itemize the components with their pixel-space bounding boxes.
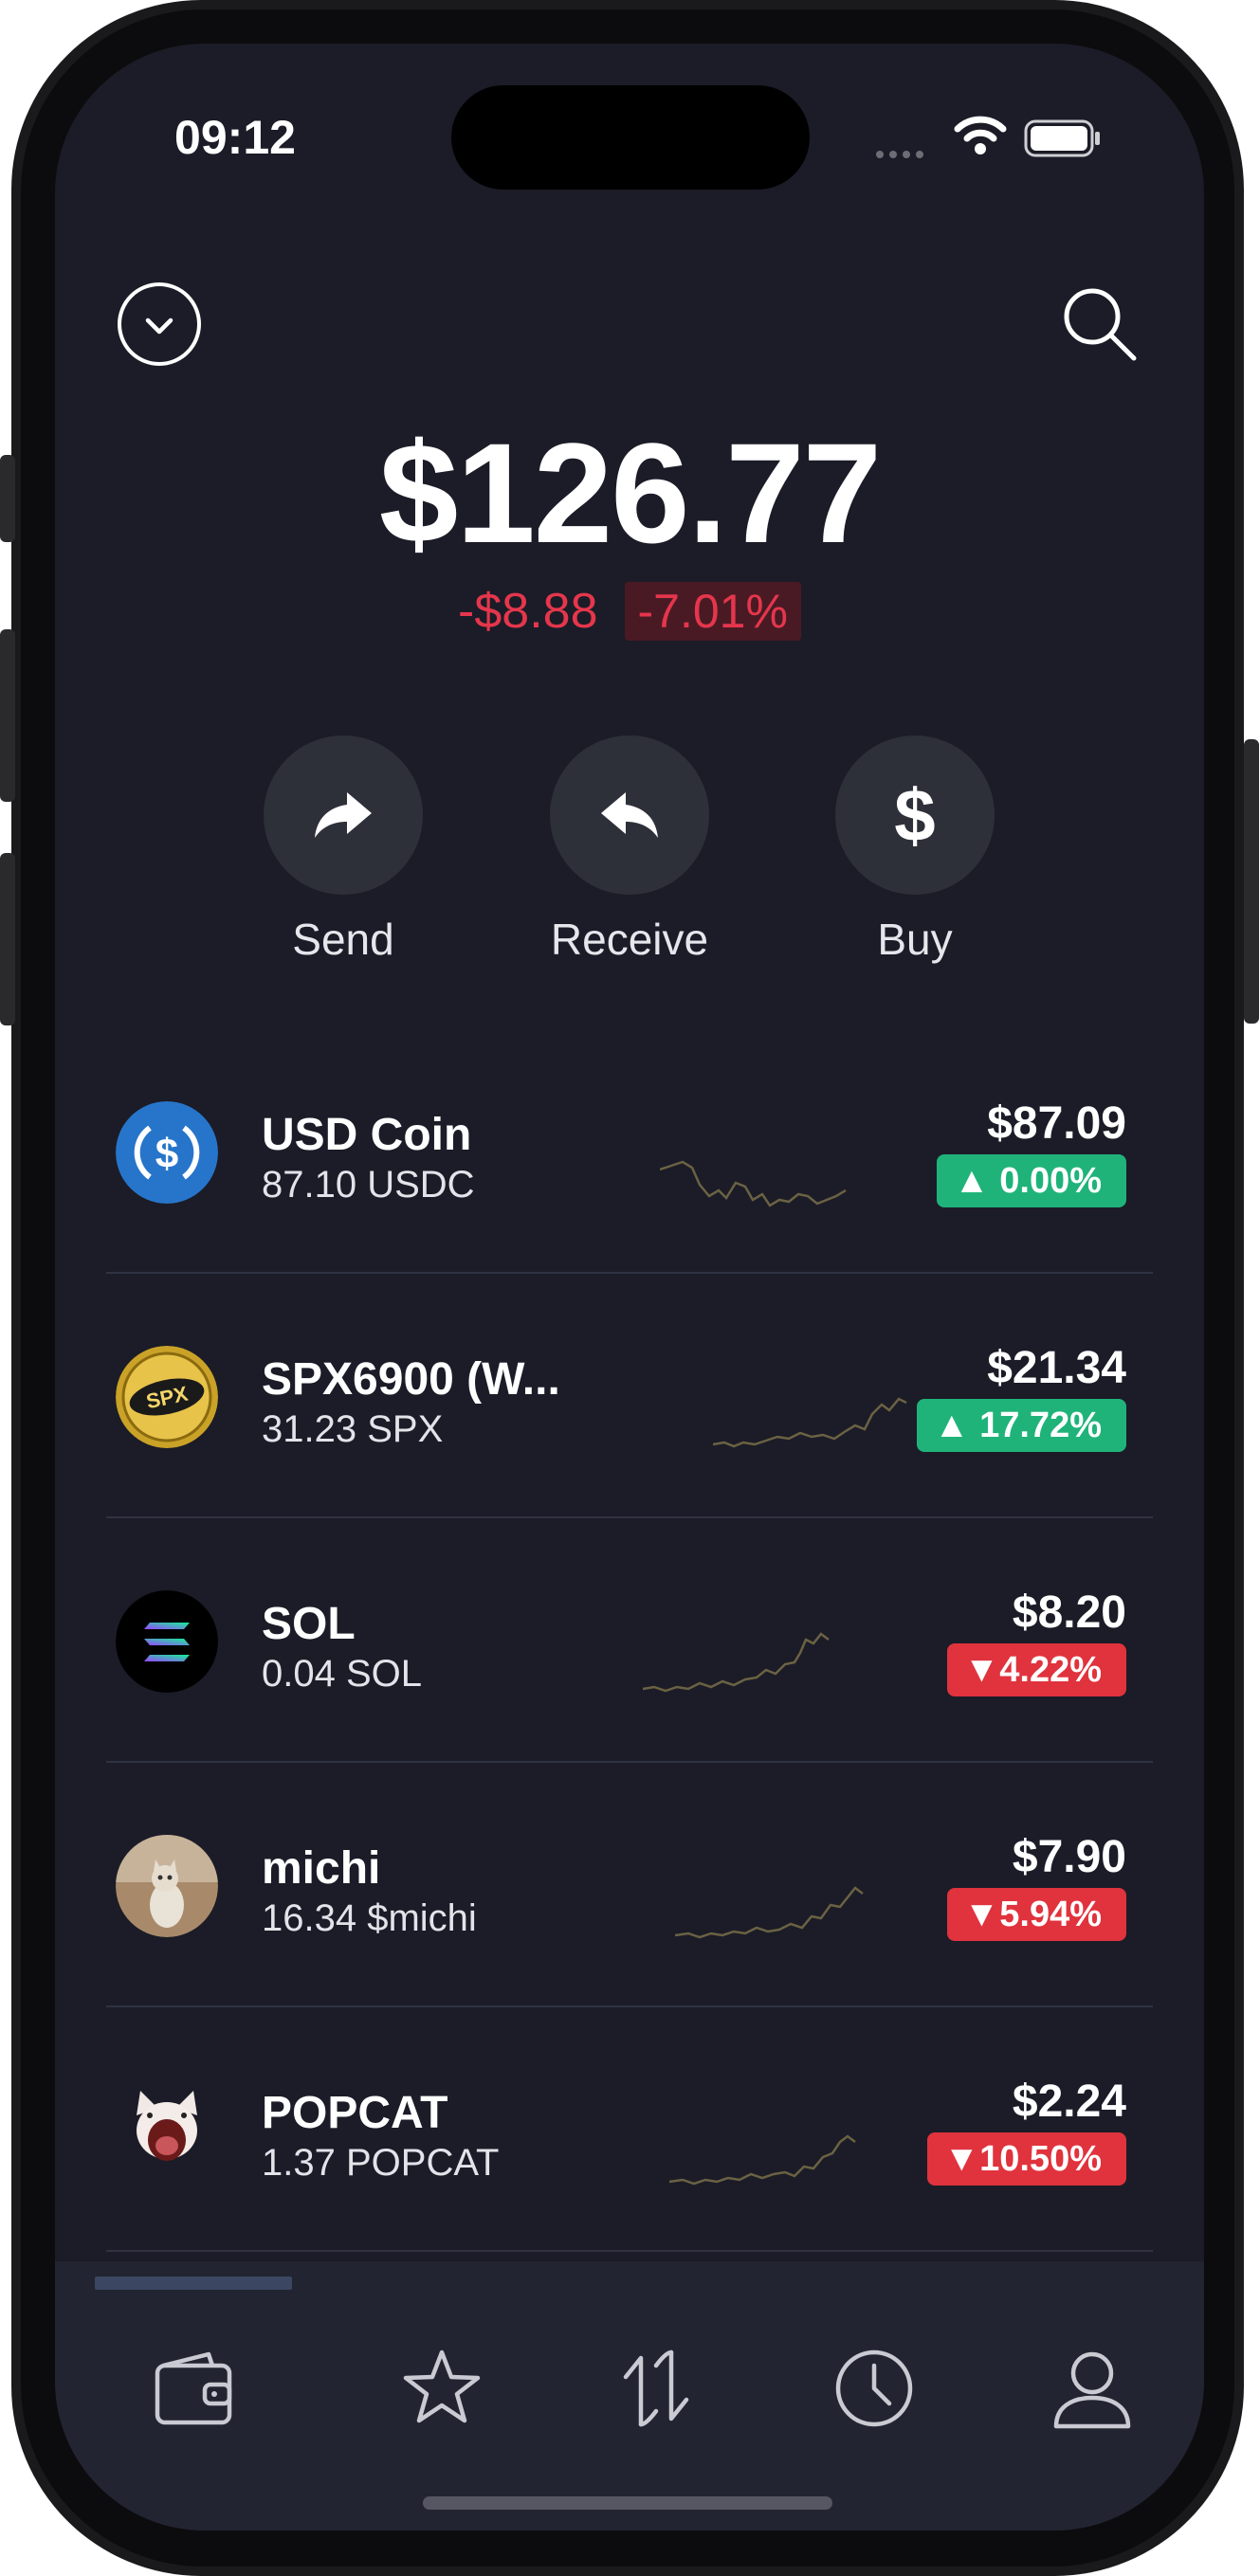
- change-badge: ▼5.94%: [946, 1888, 1126, 1941]
- token-name: michi: [262, 1843, 381, 1894]
- row-divider: [106, 1761, 1153, 1763]
- token-row-usdc[interactable]: $ USD Coin 87.10 USDC $87.09 ▲ 0.00%: [106, 1031, 1153, 1274]
- action-button: [0, 455, 15, 542]
- svg-text:$: $: [155, 1131, 178, 1177]
- battery-icon: [1024, 119, 1100, 157]
- status-time: 09:12: [174, 111, 296, 164]
- buy-button[interactable]: $ Buy: [811, 735, 1019, 965]
- dollar-icon: $: [894, 772, 936, 857]
- send-button[interactable]: Send: [239, 735, 447, 965]
- cellular-signal-icon: [876, 146, 929, 163]
- sparkline: [713, 1397, 907, 1448]
- swap-arrows-icon[interactable]: [612, 2345, 700, 2432]
- wallet-icon[interactable]: [150, 2345, 237, 2432]
- change-badge: ▼4.22%: [946, 1643, 1126, 1696]
- total-balance: $126.77: [378, 413, 882, 572]
- token-amount: 16.34 $michi: [262, 1897, 477, 1939]
- row-divider: [106, 2005, 1153, 2007]
- change-percent-badge: -7.01%: [624, 582, 801, 641]
- balance-change: -$8.88 -7.01%: [55, 582, 1204, 641]
- row-divider: [106, 1516, 1153, 1518]
- search-icon[interactable]: [1060, 284, 1140, 364]
- change-amount: -$8.88: [458, 584, 598, 639]
- token-amount: 87.10 USDC: [262, 1164, 475, 1206]
- token-value: $8.20: [1012, 1587, 1126, 1638]
- token-value: $7.90: [1012, 1832, 1126, 1882]
- token-amount: 0.04 SOL: [262, 1653, 423, 1695]
- token-row-sol[interactable]: SOL 0.04 SOL $8.20 ▼4.22%: [106, 1520, 1153, 1763]
- active-tab-indicator: [95, 2277, 292, 2290]
- spx6900-logo-icon: SPX: [116, 1346, 218, 1448]
- sparkline: [660, 1160, 847, 1207]
- volume-down-button: [0, 853, 15, 1025]
- change-badge: ▼10.50%: [926, 2132, 1126, 2186]
- change-badge: ▲ 0.00%: [937, 1154, 1126, 1207]
- sparkline: [643, 1632, 830, 1693]
- receive-button[interactable]: Receive: [525, 735, 734, 965]
- row-divider: [106, 2250, 1153, 2252]
- power-button: [1244, 739, 1259, 1024]
- send-label: Send: [292, 915, 394, 964]
- change-badge: ▲ 17.72%: [916, 1399, 1126, 1452]
- sparkline: [675, 1886, 864, 1939]
- token-amount: 1.37 POPCAT: [262, 2142, 500, 2184]
- usdc-logo-icon: $: [116, 1101, 218, 1204]
- chevron-down-circle-icon[interactable]: [116, 281, 203, 368]
- token-value: $21.34: [987, 1343, 1126, 1393]
- popcat-icon: [116, 2079, 218, 2182]
- token-name: POPCAT: [262, 2088, 448, 2138]
- token-name: SOL: [262, 1599, 356, 1649]
- token-name: SPX6900 (W...: [262, 1354, 560, 1405]
- star-icon[interactable]: [398, 2345, 485, 2432]
- token-row-spx6900[interactable]: SPX SPX6900 (W... 31.23 SPX $21.34 ▲ 17.…: [106, 1276, 1153, 1518]
- dynamic-island: [451, 85, 810, 190]
- app-screen: 09:12 $126.77 -$8.88 -7.01% Send Receive…: [55, 44, 1204, 2531]
- row-divider: [106, 1272, 1153, 1274]
- volume-up-button: [0, 629, 15, 802]
- token-row-popcat[interactable]: POPCAT 1.37 POPCAT $2.24 ▼10.50%: [106, 2009, 1153, 2252]
- token-name: USD Coin: [262, 1110, 472, 1160]
- home-indicator[interactable]: [423, 2496, 832, 2510]
- buy-label: Buy: [877, 915, 953, 964]
- clock-icon[interactable]: [831, 2345, 918, 2432]
- solana-logo-icon: [116, 1590, 218, 1693]
- user-icon[interactable]: [1049, 2345, 1136, 2432]
- token-value: $2.24: [1012, 2077, 1126, 2127]
- receive-label: Receive: [550, 915, 709, 964]
- michi-cat-icon: [116, 1835, 218, 1937]
- token-row-michi[interactable]: michi 16.34 $michi $7.90 ▼5.94%: [106, 1765, 1153, 2007]
- wifi-icon: [954, 116, 1007, 154]
- token-value: $87.09: [987, 1098, 1126, 1149]
- receive-arrow-icon: [601, 792, 658, 838]
- send-arrow-icon: [315, 792, 372, 838]
- sparkline: [669, 2134, 856, 2186]
- token-amount: 31.23 SPX: [262, 1408, 444, 1450]
